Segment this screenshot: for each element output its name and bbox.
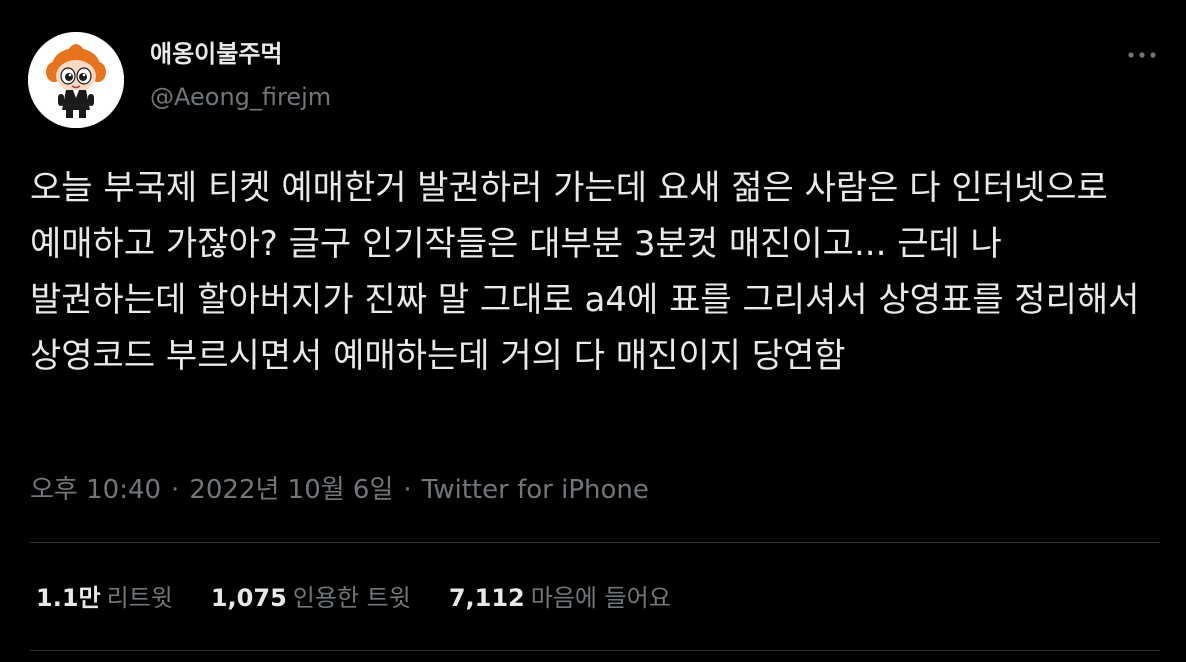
quotes-label: 인용한 트윗 — [292, 584, 411, 612]
meta-separator: · — [171, 475, 180, 505]
retweets-label: 리트윗 — [106, 584, 173, 612]
divider — [30, 542, 1160, 543]
tweet-text: 오늘 부국제 티켓 예매한거 발권하러 가는데 요새 젊은 사람은 다 인터넷으… — [30, 168, 1151, 376]
avatar-image — [28, 32, 124, 128]
likes-stat[interactable]: 7,112 마음에 들어요 — [449, 578, 671, 618]
divider — [30, 650, 1160, 651]
display-name[interactable]: 애옹이불주먹 — [150, 36, 282, 72]
retweets-stat[interactable]: 1.1만 리트윗 — [36, 578, 173, 618]
tweet-source-link[interactable]: Twitter for iPhone — [422, 475, 649, 505]
tweet-detail: 애옹이불주먹 @Aeong_firejm 오늘 부국제 티켓 예매한거 발권하러… — [0, 0, 1186, 662]
tweet-meta: 오후 10:40 · 2022년 10월 6일 · Twitter for iPhone — [30, 470, 649, 510]
avatar[interactable] — [28, 32, 124, 128]
tweet-time[interactable]: 오후 10:40 — [30, 475, 161, 505]
retweets-count: 1.1만 — [36, 584, 101, 612]
likes-label: 마음에 들어요 — [530, 584, 671, 612]
tweet-stats: 1.1만 리트윗 1,075 인용한 트윗 7,112 마음에 들어요 — [36, 578, 709, 618]
more-horizontal-icon — [1128, 52, 1156, 58]
tweet-date[interactable]: 2022년 10월 6일 — [189, 475, 393, 505]
quotes-stat[interactable]: 1,075 인용한 트윗 — [211, 578, 411, 618]
likes-count: 7,112 — [448, 584, 525, 612]
user-handle[interactable]: @Aeong_firejm — [150, 80, 331, 114]
more-options-button[interactable] — [1120, 40, 1164, 70]
quotes-count: 1,075 — [210, 584, 287, 612]
meta-separator: · — [403, 475, 412, 505]
